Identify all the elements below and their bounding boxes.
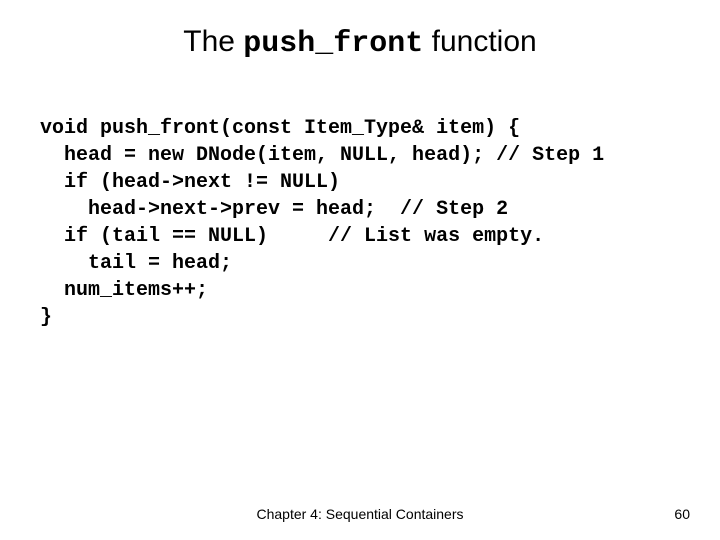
code-block: void push_front(const Item_Type& item) {… — [40, 115, 604, 331]
footer-chapter: Chapter 4: Sequential Containers — [0, 506, 720, 522]
slide-title: The push_front function — [0, 25, 720, 61]
slide: The push_front function void push_front(… — [0, 0, 720, 540]
title-mono: push_front — [243, 27, 423, 61]
title-prefix: The — [183, 25, 243, 58]
title-suffix: function — [423, 25, 536, 58]
footer-page-number: 60 — [674, 506, 690, 522]
